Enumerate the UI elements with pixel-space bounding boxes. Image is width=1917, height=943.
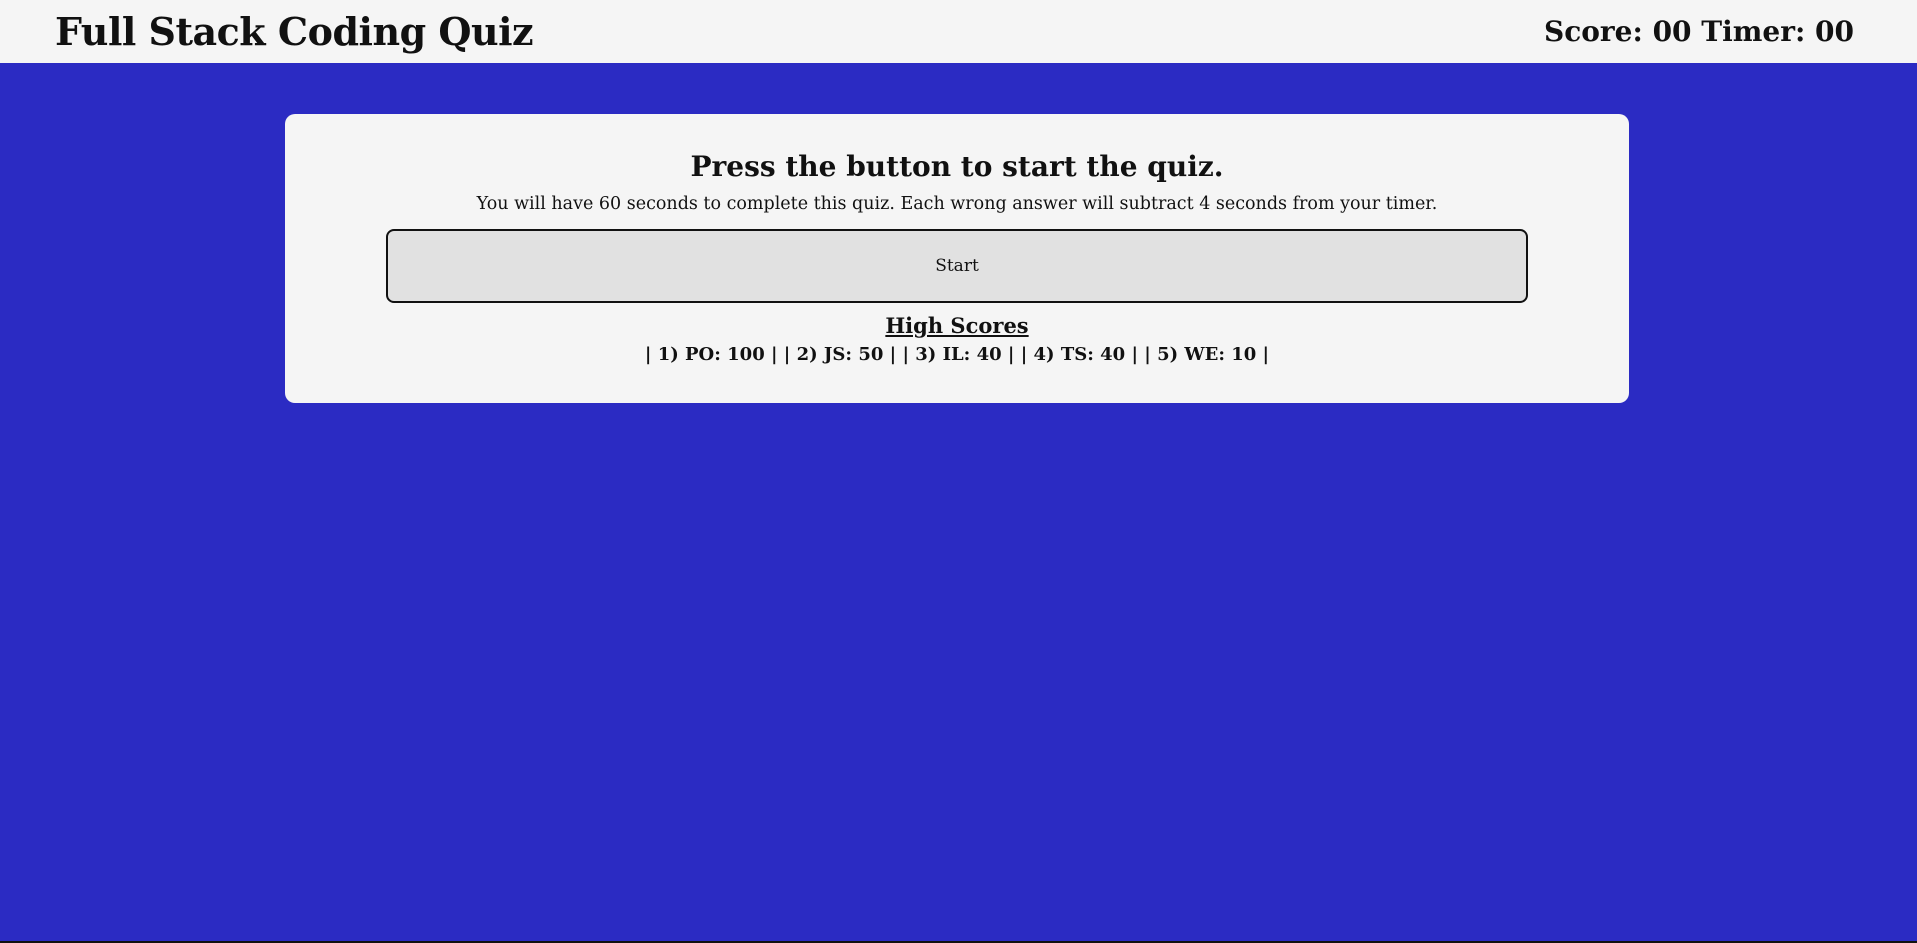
- start-prompt: Press the button to start the quiz.: [690, 150, 1224, 183]
- score-timer-display: Score: 00 Timer: 00: [1543, 15, 1854, 48]
- high-scores-heading: High Scores: [885, 313, 1029, 338]
- high-scores-list: | 1) PO: 100 | | 2) JS: 50 | | 3) IL: 40…: [644, 344, 1270, 365]
- quiz-instructions: You will have 60 seconds to complete thi…: [476, 194, 1438, 214]
- top-header: Full Stack Coding Quiz Score: 00 Timer: …: [0, 0, 1917, 63]
- quiz-card: Press the button to start the quiz. You …: [285, 114, 1629, 403]
- start-button[interactable]: Start: [386, 229, 1528, 303]
- app-title: Full Stack Coding Quiz: [55, 9, 534, 54]
